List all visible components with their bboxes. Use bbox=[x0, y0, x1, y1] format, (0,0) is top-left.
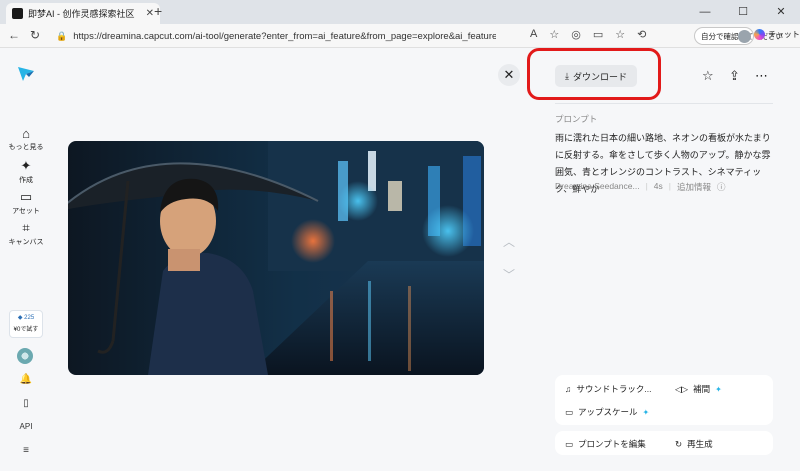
browser-tab-bar: 即梦AI - 创作灵感探索社区 ✕ + — ☐ ✕ bbox=[0, 0, 800, 24]
sparkle-icon: ✦ bbox=[715, 384, 722, 394]
sidebar-item-label: もっと見る bbox=[8, 144, 44, 151]
regenerate-button[interactable]: ↻ 再生成 bbox=[675, 438, 713, 450]
history-icon[interactable]: ⟲ bbox=[637, 28, 646, 41]
close-viewer-button[interactable]: ✕ bbox=[498, 64, 520, 86]
share-icon[interactable]: ⇪ bbox=[729, 68, 740, 84]
address-bar[interactable]: 🔒 https://dreamina.capcut.com/ai-tool/ge… bbox=[56, 27, 496, 46]
sidebar-item-create[interactable]: ✦ 作成 bbox=[0, 158, 52, 185]
minimize-icon[interactable]: — bbox=[686, 0, 724, 24]
meta-separator: | bbox=[668, 181, 671, 191]
copilot-button[interactable]: チャット bbox=[754, 29, 800, 40]
folder-icon: ▭ bbox=[19, 189, 33, 204]
url-text: https://dreamina.capcut.com/ai-tool/gene… bbox=[73, 31, 496, 42]
reload-icon[interactable]: ↻ bbox=[30, 28, 40, 42]
extension-icon[interactable]: ◎ bbox=[571, 28, 581, 41]
mobile-app-icon[interactable]: ▯ bbox=[0, 398, 52, 409]
actions-card: ▭ プロンプトを編集 ↻ 再生成 bbox=[555, 431, 773, 455]
dreamina-logo-icon[interactable] bbox=[17, 66, 35, 87]
soundtrack-button[interactable]: ♫ サウンドトラック... bbox=[565, 383, 651, 395]
sparkle-icon: ✦ bbox=[642, 407, 650, 417]
upscale-icon: ▭ bbox=[565, 406, 574, 417]
split-screen-icon[interactable]: ▭ bbox=[593, 28, 603, 41]
back-icon[interactable]: ← bbox=[8, 28, 20, 42]
credit-diamond-icon: ◆ bbox=[17, 315, 23, 321]
upscale-button[interactable]: ▭ アップスケール ✦ bbox=[565, 406, 649, 418]
more-info-link[interactable]: 追加情報 bbox=[677, 181, 711, 193]
tools-card: ♫ サウンドトラック... ◁▷ 補間 ✦ ▭ アップスケール ✦ bbox=[555, 375, 773, 425]
window-controls: — ☐ ✕ bbox=[686, 0, 800, 24]
sidebar-item-home[interactable]: ⌂ もっと見る bbox=[0, 126, 52, 152]
meta-separator: | bbox=[645, 181, 648, 191]
tab-close-icon[interactable]: ✕ bbox=[146, 8, 154, 19]
music-note-icon: ♫ bbox=[565, 384, 572, 394]
more-options-icon[interactable]: ⋯ bbox=[755, 68, 768, 84]
interpolate-label: 補間 bbox=[693, 384, 711, 394]
edit-icon: ▭ bbox=[565, 438, 574, 449]
home-icon: ⌂ bbox=[22, 126, 30, 141]
free-trial-label: ¥0で試す bbox=[13, 327, 39, 333]
model-name: Dreamina Seedance... bbox=[555, 181, 640, 191]
close-icon: ✕ bbox=[503, 67, 515, 82]
new-tab-icon[interactable]: + bbox=[154, 3, 162, 19]
site-favicon-icon bbox=[12, 8, 23, 19]
sidebar-item-label: キャンバス bbox=[8, 239, 44, 246]
regenerate-label: 再生成 bbox=[687, 439, 713, 449]
generated-image[interactable] bbox=[68, 141, 484, 375]
credits-badge[interactable]: ◆ 225 ¥0で試す bbox=[9, 310, 43, 338]
sidebar-item-assets[interactable]: ▭ アセット bbox=[0, 189, 52, 216]
interpolate-icon: ◁▷ bbox=[675, 383, 689, 394]
interpolate-button[interactable]: ◁▷ 補間 ✦ bbox=[675, 383, 722, 395]
prompt-label: プロンプト bbox=[555, 114, 598, 124]
address-bar-row: ← ↻ 🔒 https://dreamina.capcut.com/ai-too… bbox=[0, 24, 800, 48]
api-link[interactable]: API bbox=[0, 422, 52, 431]
notification-bell-icon[interactable]: 🔔 bbox=[0, 374, 52, 385]
edit-prompt-button[interactable]: ▭ プロンプトを編集 bbox=[565, 438, 646, 450]
user-avatar[interactable] bbox=[17, 348, 33, 364]
copilot-icon bbox=[754, 29, 765, 40]
sidebar-item-label: 作成 bbox=[19, 177, 33, 184]
previous-item-chevron-up-icon[interactable]: ︿ bbox=[503, 233, 515, 250]
read-aloud-icon[interactable]: A bbox=[530, 28, 537, 41]
favorites-icon[interactable]: ☆ bbox=[615, 28, 625, 41]
copilot-label: チャット bbox=[768, 30, 800, 39]
panel-divider bbox=[555, 103, 773, 104]
browser-toolbar-icons: A ☆ ◎ ▭ ☆ ⟲ bbox=[530, 28, 646, 41]
edit-prompt-label: プロンプトを編集 bbox=[578, 439, 646, 449]
duration: 4s bbox=[653, 181, 663, 191]
regenerate-icon: ↻ bbox=[675, 438, 683, 449]
upscale-label: アップスケール bbox=[578, 407, 638, 417]
app-area: ⌂ もっと見る ✦ 作成 ▭ アセット ⌗ キャンバス ◆ 225 ¥0で試す … bbox=[0, 48, 800, 471]
tab-title: 即梦AI - 创作灵感探索社区 bbox=[28, 9, 135, 19]
canvas-icon: ⌗ bbox=[22, 220, 30, 235]
maximize-icon[interactable]: ☐ bbox=[724, 0, 762, 24]
sidebar-item-canvas[interactable]: ⌗ キャンバス bbox=[0, 220, 52, 247]
generation-meta: Dreamina Seedance... | 4s | 追加情報 ⓘ bbox=[555, 181, 726, 193]
favorite-star-icon[interactable]: ☆ bbox=[549, 28, 559, 41]
profile-button[interactable]: 自分で確認してください bbox=[694, 27, 783, 45]
red-highlight-annotation bbox=[527, 48, 661, 100]
credit-count: 225 bbox=[24, 315, 35, 321]
next-item-chevron-down-icon[interactable]: ﹀ bbox=[503, 266, 515, 283]
browser-tab[interactable]: 即梦AI - 创作灵感探索社区 ✕ bbox=[6, 3, 160, 24]
lock-icon: 🔒 bbox=[56, 31, 68, 41]
menu-icon[interactable]: ≡ bbox=[0, 445, 52, 456]
sparkle-icon: ✦ bbox=[20, 158, 32, 173]
info-icon[interactable]: ⓘ bbox=[717, 181, 726, 193]
soundtrack-label: サウンドトラック... bbox=[576, 384, 652, 394]
profile-avatar bbox=[738, 30, 751, 43]
window-close-icon[interactable]: ✕ bbox=[762, 0, 800, 24]
favorite-star-icon[interactable]: ☆ bbox=[702, 68, 714, 84]
sidebar-item-label: アセット bbox=[12, 208, 40, 215]
